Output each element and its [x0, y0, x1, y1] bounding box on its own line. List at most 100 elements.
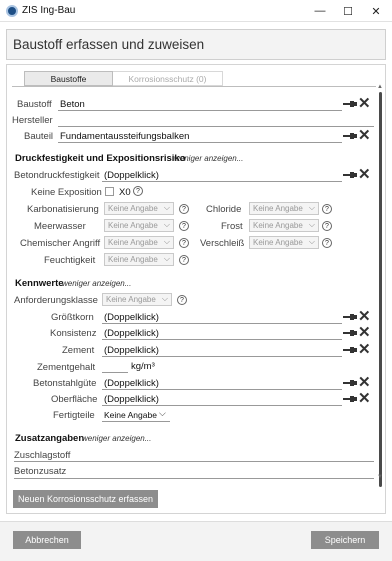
betondruck-value[interactable]: (Doppelklick) — [104, 170, 159, 181]
x-icon[interactable]: ✕ — [358, 375, 371, 390]
x-icon[interactable]: ✕ — [358, 167, 371, 182]
betonzusatz-field[interactable] — [14, 478, 374, 479]
pin-icon[interactable] — [343, 380, 357, 386]
baustoff-field[interactable] — [58, 110, 342, 111]
pin-icon[interactable] — [343, 133, 357, 139]
x-icon[interactable]: ✕ — [358, 309, 371, 324]
chemischer-angriff-label: Chemischer Angriff — [20, 238, 101, 249]
karbonatisierung-select[interactable]: Keine Angabe ⌵ — [104, 202, 174, 215]
help-icon[interactable]: ? — [179, 238, 189, 248]
pin-icon[interactable] — [343, 101, 357, 107]
betonzusatz-label: Betonzusatz — [14, 466, 67, 477]
cancel-button[interactable]: Abbrechen — [13, 531, 81, 549]
oberflaeche-value[interactable]: (Doppelklick) — [104, 394, 159, 405]
dialog-header: Baustoff erfassen und zuweisen — [6, 29, 386, 60]
pin-icon[interactable] — [343, 330, 357, 336]
betonstahlguete-value[interactable]: (Doppelklick) — [104, 378, 159, 389]
chevron-down-icon: ⌵ — [163, 237, 170, 246]
new-korrosionsschutz-button[interactable]: Neuen Korrosionsschutz erfassen — [13, 490, 158, 508]
x-icon[interactable]: ✕ — [358, 96, 371, 111]
hersteller-label: Hersteller — [12, 115, 53, 126]
karbonatisierung-label: Karbonatisierung — [27, 204, 99, 215]
zusatz-less-link[interactable]: weniger anzeigen... — [82, 434, 151, 443]
hersteller-field[interactable] — [58, 126, 374, 127]
keine-exposition-checkbox[interactable] — [105, 187, 114, 196]
baustoff-label: Baustoff — [17, 99, 52, 110]
oberflaeche-field[interactable] — [102, 405, 342, 406]
zuschlagstoff-field[interactable] — [14, 461, 374, 462]
konsistenz-field[interactable] — [102, 339, 342, 340]
frost-label: Frost — [221, 221, 243, 232]
tab-divider — [12, 86, 376, 87]
zusatz-section-title: Zusatzangaben — [15, 433, 85, 444]
fertigteile-label: Fertigteile — [53, 410, 95, 421]
druck-less-link[interactable]: weniger anzeigen... — [174, 154, 243, 163]
x-icon[interactable]: ✕ — [358, 128, 371, 143]
frost-select[interactable]: Keine Angabe ⌵ — [249, 219, 319, 232]
kennwerte-section-title: Kennwerte — [15, 278, 64, 289]
help-icon[interactable]: ? — [179, 204, 189, 214]
zementgehalt-unit: kg/m³ — [131, 361, 155, 372]
meerwasser-select[interactable]: Keine Angabe ⌵ — [104, 219, 174, 232]
verschleiss-select[interactable]: Keine Angabe ⌵ — [249, 236, 319, 249]
chevron-down-icon: ⌵ — [308, 203, 315, 212]
x-icon[interactable]: ✕ — [358, 325, 371, 340]
pin-icon[interactable] — [343, 172, 357, 178]
druck-section-title: Druckfestigkeit und Expositionsrisiko — [15, 153, 186, 164]
bauteil-field[interactable] — [58, 142, 342, 143]
groesstkorn-field[interactable] — [102, 323, 342, 324]
konsistenz-value[interactable]: (Doppelklick) — [104, 328, 159, 339]
chevron-down-icon: ⌵ — [161, 294, 168, 303]
zement-value[interactable]: (Doppelklick) — [104, 345, 159, 356]
help-icon[interactable]: ? — [179, 255, 189, 265]
x-icon[interactable]: ✕ — [358, 391, 371, 406]
help-icon[interactable]: ? — [179, 221, 189, 231]
anforderungsklasse-select[interactable]: Keine Angabe ⌵ — [102, 293, 172, 306]
chloride-select[interactable]: Keine Angabe ⌵ — [249, 202, 319, 215]
betonstahlguete-field[interactable] — [102, 389, 342, 390]
chevron-down-icon: ⌵ — [308, 237, 315, 246]
betonstahlguete-label: Betonstahlgüte — [33, 378, 97, 389]
pin-icon[interactable] — [343, 396, 357, 402]
maximize-button[interactable]: ☐ — [334, 2, 362, 20]
chemischer-angriff-select[interactable]: Keine Angabe ⌵ — [104, 236, 174, 249]
betondruck-field[interactable] — [102, 181, 342, 182]
groesstkorn-value[interactable]: (Doppelklick) — [104, 312, 159, 323]
verschleiss-label: Verschleiß — [200, 238, 245, 249]
zement-label: Zement — [62, 345, 95, 356]
fertigteile-underline — [102, 421, 170, 422]
zementgehalt-label: Zementgehalt — [37, 362, 96, 373]
save-button[interactable]: Speichern — [311, 531, 379, 549]
baustoff-value[interactable]: Beton — [60, 99, 85, 110]
scroll-down-arrow[interactable]: ▼ — [377, 474, 383, 480]
zement-field[interactable] — [102, 356, 342, 357]
minimize-button[interactable]: — — [306, 2, 334, 20]
scroll-up-arrow[interactable]: ▲ — [377, 84, 383, 90]
bauteil-value[interactable]: Fundamentaussteifungsbalken — [60, 131, 189, 142]
pin-icon[interactable] — [343, 314, 357, 320]
betondruck-label: Betondruckfestigkeit — [14, 170, 100, 181]
help-icon[interactable]: ? — [322, 204, 332, 214]
chloride-label: Chloride — [206, 204, 242, 215]
close-button[interactable]: ✕ — [362, 2, 390, 20]
scrollbar-thumb[interactable] — [379, 92, 382, 487]
fertigteile-select[interactable]: Keine Angabe — [104, 410, 157, 420]
zementgehalt-field[interactable] — [102, 372, 128, 373]
chevron-down-icon[interactable]: ⌵ — [159, 408, 166, 419]
help-icon[interactable]: ? — [177, 295, 187, 305]
tab-baustoffe[interactable]: Baustoffe — [24, 71, 113, 86]
help-icon[interactable]: ? — [322, 221, 332, 231]
help-icon[interactable]: ? — [133, 186, 143, 196]
bottom-bar: Abbrechen Speichern — [0, 521, 392, 561]
tab-korrosionsschutz[interactable]: Korrosionsschutz (0) — [113, 71, 223, 86]
help-icon[interactable]: ? — [322, 238, 332, 248]
pin-icon[interactable] — [343, 347, 357, 353]
feuchtigkeit-select[interactable]: Keine Angabe ⌵ — [104, 253, 174, 266]
window-title: ZIS Ing-Bau — [22, 5, 76, 16]
kennwerte-less-link[interactable]: weniger anzeigen... — [62, 279, 131, 288]
zuschlagstoff-label: Zuschlagstoff — [14, 450, 71, 461]
oberflaeche-label: Oberfläche — [51, 394, 98, 405]
keine-exposition-label: Keine Exposition — [31, 187, 102, 198]
x-icon[interactable]: ✕ — [358, 342, 371, 357]
chevron-down-icon: ⌵ — [163, 220, 170, 229]
